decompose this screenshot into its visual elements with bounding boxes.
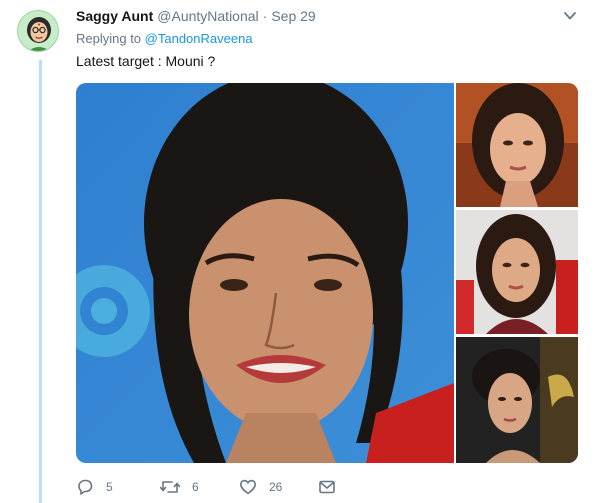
chevron-down-icon[interactable] [563, 10, 577, 22]
like-count: 26 [269, 480, 283, 494]
header-separator: · [262, 8, 268, 24]
reply-action[interactable]: 5 [76, 476, 113, 498]
thread-connector-line [39, 60, 42, 503]
reply-icon [78, 479, 93, 495]
tweet-date[interactable]: Sep 29 [271, 8, 315, 24]
author-display-name[interactable]: Saggy Aunt [76, 8, 153, 24]
retweet-icon [160, 481, 180, 493]
author-avatar[interactable] [17, 10, 59, 52]
direct-message-action[interactable] [318, 476, 336, 498]
media-grid [76, 83, 578, 463]
author-handle[interactable]: @AuntyNational [157, 8, 258, 24]
replying-to-label: Replying to [76, 31, 142, 46]
replying-to-line: Replying to @TandonRaveena [76, 31, 253, 46]
reply-mention-link[interactable]: @TandonRaveena [145, 31, 253, 46]
like-action[interactable]: 26 [239, 476, 282, 498]
cartoon-aunt-avatar-icon [18, 11, 58, 51]
heart-icon [240, 479, 256, 495]
reply-count: 5 [106, 480, 113, 494]
media-photo-side-2[interactable] [456, 210, 578, 334]
media-photo-main[interactable] [76, 83, 454, 463]
envelope-icon [319, 480, 335, 494]
retweet-action[interactable]: 6 [160, 476, 199, 498]
media-photo-side-1[interactable] [456, 83, 578, 207]
retweet-count: 6 [192, 480, 199, 494]
tweet-text: Latest target : Mouni ? [76, 53, 216, 69]
media-photo-side-3[interactable] [456, 337, 578, 463]
tweet-header: Saggy Aunt @AuntyNational · Sep 29 [76, 7, 316, 25]
